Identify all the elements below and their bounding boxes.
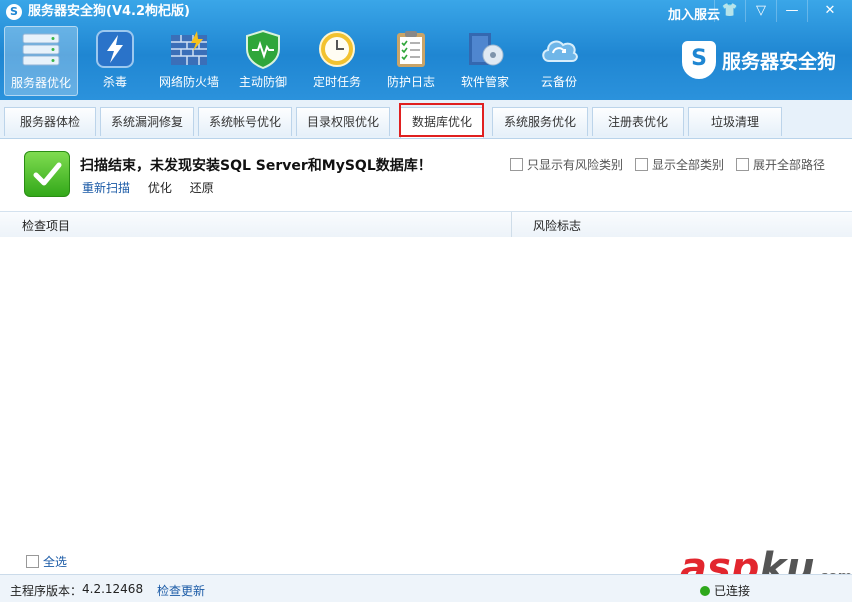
title-bar: S 服务器安全狗(V4.2枸杞版) 加入服云 👕 ▽ — ✕ [0,0,852,24]
connection-status: 已连接 [700,582,750,599]
close-icon[interactable]: ✕ [807,0,852,22]
filter-options: 只显示有风险类别 显示全部类别 展开全部路径 [510,156,837,173]
app-logo-icon: S [6,4,22,20]
brand-logo: S 服务器安全狗 [682,40,836,80]
tab-registry-optimize[interactable]: 注册表优化 [592,107,684,136]
tab-vulnerability-fix[interactable]: 系统漏洞修复 [100,107,194,136]
tool-protection-log[interactable]: 防护日志 [374,26,448,96]
brand-shield-icon: S [682,41,716,79]
lightning-icon [96,30,134,68]
option-label: 展开全部路径 [753,158,826,172]
option-show-all[interactable]: 显示全部类别 [635,156,724,173]
connected-icon [700,585,710,596]
clock-icon [319,31,355,67]
minimize-icon[interactable]: — [776,0,807,22]
checkbox[interactable] [736,158,750,171]
main-toolbar: 服务器优化 杀毒 网络防火墙 主动防御 定时任务 防护日志 软件管家 云备份 [4,26,596,96]
clipboard-icon [397,31,425,67]
restore-link[interactable]: 还原 [190,181,214,195]
checkbox[interactable] [510,158,523,171]
top-banner: S 服务器安全狗(V4.2枸杞版) 加入服云 👕 ▽ — ✕ 服务器优化 杀毒 … [0,0,852,100]
tab-service-optimize[interactable]: 系统服务优化 [492,107,588,136]
tool-label: 主动防御 [238,75,287,89]
skin-icon[interactable]: 👕 [714,0,745,22]
tool-software-manager[interactable]: 软件管家 [448,26,522,96]
table-header: 检查项目 风险标志 [0,211,852,238]
scan-result-panel: 扫描结束，未发现安装SQL Server和MySQL数据库！ 重新扫描 优化 还… [0,139,852,211]
software-box-icon [469,33,504,66]
tool-server-optimize[interactable]: 服务器优化 [4,26,78,96]
tool-label: 网络防火墙 [158,75,219,89]
tab-server-checkup[interactable]: 服务器体检 [4,107,96,136]
tool-scheduled-task[interactable]: 定时任务 [300,26,374,96]
option-risk-only[interactable]: 只显示有风险类别 [510,156,623,173]
tool-label: 云备份 [540,75,577,89]
tool-label: 杀毒 [102,75,127,89]
version-label: 主程序版本： [10,584,83,598]
window-title: 服务器安全狗(V4.2枸杞版) [28,4,190,19]
brand-name: 服务器安全狗 [722,50,837,73]
optimize-link[interactable]: 优化 [148,181,172,195]
shield-icon [246,29,280,70]
version-value: 4.2.12468 [82,582,144,596]
highlight-box [399,103,484,137]
firewall-icon [171,31,207,65]
app-window: S 服务器安全狗(V4.2枸杞版) 加入服云 👕 ▽ — ✕ 服务器优化 杀毒 … [0,0,852,602]
tool-label: 服务器优化 [10,76,71,90]
scan-result-message: 扫描结束，未发现安装SQL Server和MySQL数据库！ [80,158,432,174]
cloud-icon [542,40,578,62]
status-bar: 主程序版本： 4.2.12468 检查更新 已连接 [0,574,852,602]
tool-cloud-backup[interactable]: 云备份 [522,26,596,96]
tab-directory-permissions[interactable]: 目录权限优化 [296,107,390,136]
tool-label: 软件管家 [460,75,509,89]
tool-firewall[interactable]: 网络防火墙 [152,26,226,96]
tool-label: 定时任务 [312,75,361,89]
check-update-link[interactable]: 检查更新 [157,582,205,599]
option-label: 只显示有风险类别 [527,158,624,172]
server-icon [22,33,60,66]
success-check-icon [24,151,70,197]
tool-antivirus[interactable]: 杀毒 [78,26,152,96]
select-all-checkbox[interactable] [26,555,39,568]
tool-label: 防护日志 [386,75,435,89]
option-label: 显示全部类别 [652,158,725,172]
column-risk-flag[interactable]: 风险标志 [533,217,581,234]
result-actions: 重新扫描 优化 还原 [82,179,228,196]
rescan-link[interactable]: 重新扫描 [82,181,130,195]
menu-icon[interactable]: ▽ [745,0,776,22]
column-check-item[interactable]: 检查项目 [22,217,70,234]
option-expand-paths[interactable]: 展开全部路径 [736,156,825,173]
window-controls: 👕 ▽ — ✕ [714,0,852,22]
tool-active-defense[interactable]: 主动防御 [226,26,300,96]
connection-label: 已连接 [714,584,751,598]
select-all[interactable]: 全选 [26,553,67,570]
select-all-label: 全选 [43,555,68,569]
table-body [0,237,852,572]
checkbox[interactable] [635,158,649,171]
tab-junk-cleanup[interactable]: 垃圾清理 [688,107,782,136]
column-divider[interactable] [511,212,512,237]
join-cloud-button[interactable]: 加入服云 [668,4,720,23]
tab-account-optimize[interactable]: 系统帐号优化 [198,107,292,136]
